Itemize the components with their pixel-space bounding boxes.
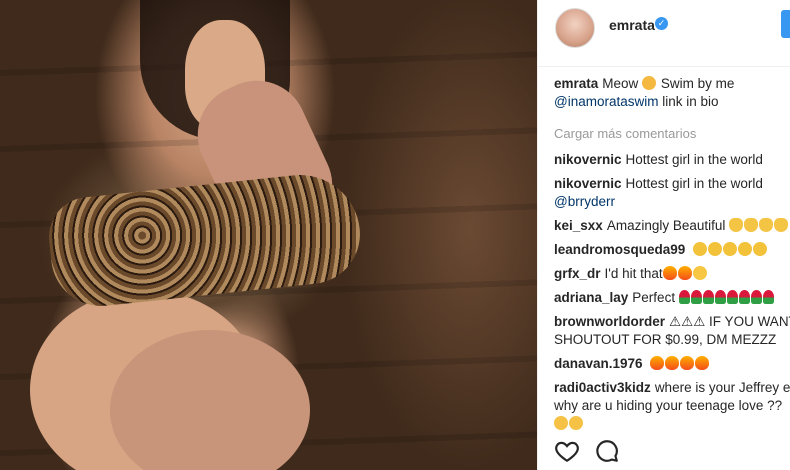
rose-emoji-icon bbox=[678, 290, 690, 304]
comment: leandromosqueda99 bbox=[554, 241, 790, 259]
heart-eyes-emoji-icon bbox=[708, 242, 723, 256]
comment-mention[interactable]: @brryderr bbox=[554, 194, 615, 209]
comment-text: I'd hit that bbox=[604, 266, 663, 281]
comment-username[interactable]: adriana_lay bbox=[554, 290, 628, 305]
comments-list: emrata Meow Swim by me @inamorataswim lin… bbox=[554, 75, 790, 433]
caption-mention[interactable]: @inamorataswim bbox=[554, 94, 658, 109]
heart-icon[interactable] bbox=[554, 438, 580, 464]
caption: emrata Meow Swim by me bbox=[554, 75, 790, 93]
comment: nikovernic Hottest girl in the world bbox=[554, 175, 790, 193]
post-username[interactable]: emrata bbox=[609, 17, 655, 33]
heart-eyes-emoji-icon bbox=[693, 242, 708, 256]
comment-username[interactable]: leandromosqueda99 bbox=[554, 242, 685, 257]
fire-emoji-icon bbox=[650, 356, 665, 370]
comment-username[interactable]: nikovernic bbox=[554, 152, 622, 167]
comment-text: Hottest girl in the world bbox=[625, 176, 763, 191]
comment-username[interactable]: grfx_dr bbox=[554, 266, 601, 281]
rose-emoji-icon bbox=[690, 290, 702, 304]
comment: radi0activ3kidz where is your Jeffrey e bbox=[554, 379, 790, 397]
comment-continuation: SHOUTOUT FOR $0.99, DM MEZZZ bbox=[554, 331, 790, 349]
heart-eyes-emoji-icon bbox=[738, 242, 753, 256]
comment-username[interactable]: kei_sxx bbox=[554, 218, 603, 233]
clap-emoji-icon bbox=[774, 218, 789, 232]
comment-text-2: SHOUTOUT FOR $0.99, DM MEZZZ bbox=[554, 332, 777, 347]
comment-username[interactable]: radi0activ3kidz bbox=[554, 380, 651, 395]
post-side-panel: emrata ✓ emrata Meow Swim by me @inamorat… bbox=[537, 0, 790, 470]
clap-emoji-icon bbox=[744, 218, 759, 232]
tears-of-joy-emoji-icon bbox=[569, 416, 583, 430]
comment: nikovernic Hottest girl in the world bbox=[554, 151, 790, 169]
comment: danavan.1976 bbox=[554, 355, 790, 373]
verified-badge-icon: ✓ bbox=[655, 17, 668, 30]
rose-emoji-icon bbox=[762, 290, 774, 304]
fire-emoji-icon bbox=[695, 356, 710, 370]
comment-continuation bbox=[554, 415, 790, 433]
comment-username[interactable]: nikovernic bbox=[554, 176, 622, 191]
comment-icon[interactable] bbox=[594, 438, 620, 464]
rose-emoji-icon bbox=[714, 290, 726, 304]
fire-emoji-icon bbox=[665, 356, 680, 370]
fire-emoji-icon bbox=[680, 356, 695, 370]
heart-eyes-emoji-icon bbox=[753, 242, 768, 256]
comment: grfx_dr I'd hit that bbox=[554, 265, 790, 283]
clap-emoji-icon bbox=[759, 218, 774, 232]
caption-username[interactable]: emrata bbox=[554, 76, 598, 91]
comment-username[interactable]: brownworldorder bbox=[554, 314, 665, 329]
fire-emoji-icon bbox=[662, 266, 677, 280]
rose-emoji-icon bbox=[702, 290, 714, 304]
caption-text-2: Swim by me bbox=[660, 76, 735, 91]
avatar[interactable] bbox=[555, 8, 595, 48]
comment: brownworldorder ⚠⚠⚠ IF YOU WANT bbox=[554, 313, 790, 331]
smile-emoji-icon bbox=[692, 266, 707, 280]
caption-text: Meow bbox=[602, 76, 639, 91]
comment-username[interactable]: danavan.1976 bbox=[554, 356, 643, 371]
tears-of-joy-emoji-icon bbox=[554, 416, 568, 430]
comment-text: Perfect bbox=[632, 290, 676, 305]
comment: kei_sxx Amazingly Beautiful bbox=[554, 217, 790, 235]
comment-continuation: why are u hiding your teenage love ?? bbox=[554, 397, 790, 415]
cat-emoji-icon bbox=[642, 76, 657, 90]
load-more-comments[interactable]: Cargar más comentarios bbox=[554, 125, 790, 143]
comment: adriana_lay Perfect bbox=[554, 289, 790, 307]
rose-emoji-icon bbox=[738, 290, 750, 304]
post-actions bbox=[554, 438, 790, 466]
comment-text: ⚠⚠⚠ IF YOU WANT bbox=[669, 314, 790, 329]
comment-text: Amazingly Beautiful bbox=[606, 218, 726, 233]
caption-tail: link in bio bbox=[662, 94, 719, 109]
caption-line-2: @inamorataswim link in bio bbox=[554, 93, 790, 111]
rose-emoji-icon bbox=[726, 290, 738, 304]
post-header: emrata ✓ bbox=[538, 0, 790, 67]
fire-emoji-icon bbox=[677, 266, 692, 280]
clap-emoji-icon bbox=[729, 218, 744, 232]
post-photo[interactable] bbox=[0, 0, 537, 470]
heart-eyes-emoji-icon bbox=[723, 242, 738, 256]
comment-text: where is your Jeffrey e bbox=[654, 380, 790, 395]
follow-button[interactable] bbox=[781, 10, 790, 38]
comment-continuation: @brryderr bbox=[554, 193, 790, 211]
comment-text-2: why are u hiding your teenage love ?? bbox=[554, 398, 783, 413]
rose-emoji-icon bbox=[750, 290, 762, 304]
comment-text: Hottest girl in the world bbox=[625, 152, 763, 167]
